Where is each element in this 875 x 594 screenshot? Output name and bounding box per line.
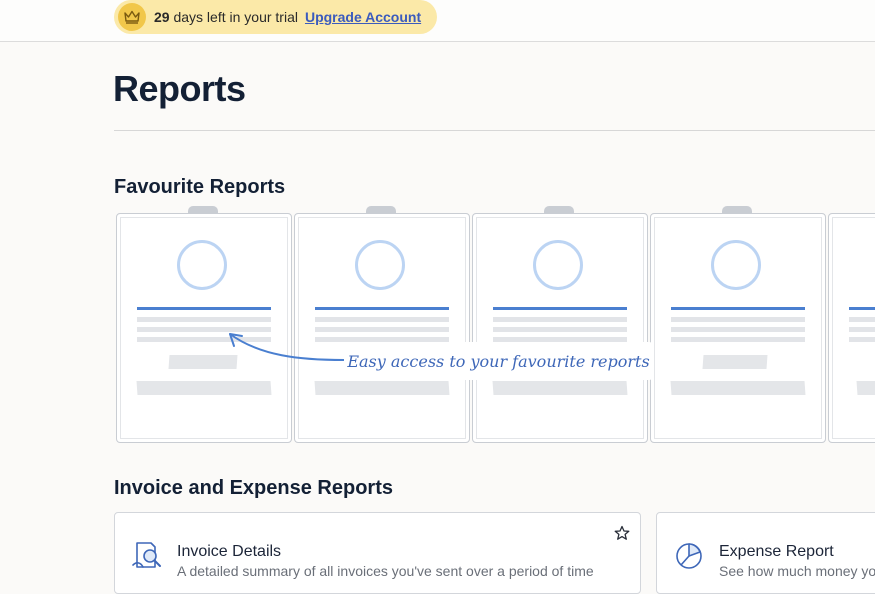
- report-card-title: Invoice Details: [177, 543, 282, 560]
- placeholder-blob: [314, 381, 450, 395]
- invoice-details-card[interactable]: Invoice Details A detailed summary of al…: [114, 512, 641, 594]
- callout-arrow-icon: [229, 333, 345, 361]
- placeholder-circle: [533, 240, 583, 290]
- trial-days: 29: [154, 9, 170, 25]
- placeholder-line: [315, 307, 449, 310]
- magnifier-document-icon: [131, 539, 163, 576]
- upgrade-account-link[interactable]: Upgrade Account: [305, 9, 421, 25]
- placeholder-line: [493, 327, 627, 332]
- invoice-expense-heading: Invoice and Expense Reports: [114, 477, 393, 499]
- placeholder-line: [849, 317, 875, 322]
- favourite-reports-heading: Favourite Reports: [114, 176, 286, 198]
- top-bar: 29 days left in your trial Upgrade Accou…: [0, 0, 875, 42]
- placeholder-report-card: [650, 206, 826, 443]
- placeholder-line: [671, 327, 805, 332]
- placeholder-report-card: [828, 206, 875, 443]
- report-card-title: Expense Report: [719, 543, 834, 560]
- placeholder-blob: [856, 381, 875, 395]
- placeholder-line: [849, 327, 875, 332]
- expense-report-card[interactable]: Expense Report See how much money yo: [656, 512, 875, 594]
- trial-label: days left in your trial: [173, 9, 298, 25]
- trial-banner: 29 days left in your trial Upgrade Accou…: [114, 0, 437, 34]
- placeholder-line: [671, 337, 805, 342]
- placeholder-report-card: [472, 206, 648, 443]
- placeholder-line: [849, 337, 875, 342]
- report-card-description: A detailed summary of all invoices you'v…: [177, 563, 594, 579]
- placeholder-blob: [702, 355, 768, 369]
- placeholder-line: [493, 307, 627, 310]
- placeholder-line: [671, 307, 805, 310]
- placeholder-circle: [177, 240, 227, 290]
- favourite-star-icon[interactable]: [614, 525, 630, 546]
- report-card-description: See how much money yo: [719, 563, 875, 579]
- placeholder-line: [671, 317, 805, 322]
- pie-chart-icon: [673, 539, 705, 576]
- title-divider: [114, 130, 875, 131]
- placeholder-line: [137, 307, 271, 310]
- placeholder-line: [849, 307, 875, 310]
- crown-icon: [118, 3, 146, 31]
- placeholder-circle: [355, 240, 405, 290]
- favourites-callout: Easy access to your favourite reports: [344, 342, 653, 380]
- placeholder-line: [493, 317, 627, 322]
- trial-text: 29 days left in your trial: [154, 9, 298, 25]
- placeholder-blob: [136, 381, 272, 395]
- placeholder-blob: [492, 381, 628, 395]
- page-title: Reports: [113, 68, 246, 109]
- placeholder-circle: [711, 240, 761, 290]
- placeholder-sheet: [828, 213, 875, 443]
- placeholder-sheet: [472, 213, 648, 443]
- placeholder-blob: [670, 381, 806, 395]
- placeholder-sheet: [650, 213, 826, 443]
